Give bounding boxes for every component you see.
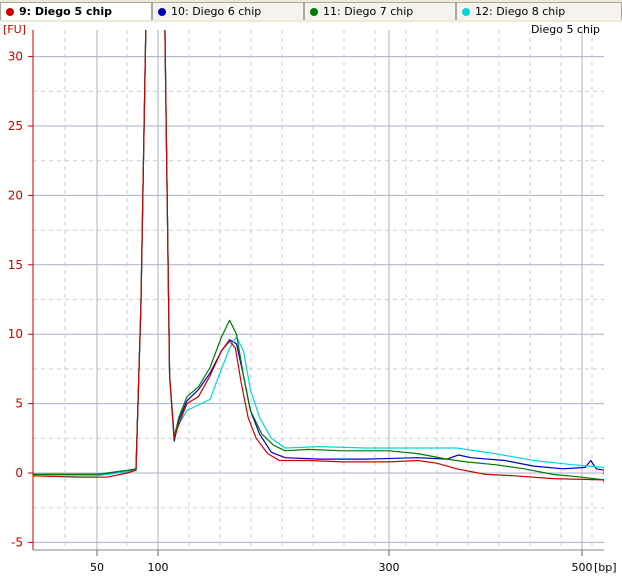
y-tick-label: 20 [8,188,23,202]
electropherogram-chart: -5 0 5 10 15 20 25 30 50 100 300 500 [FU] [bp] Die… [3,23,617,574]
x-axis-label: [bp] [594,561,617,574]
tab-diego-7-chip[interactable]: 11: Diego 7 chip [304,2,456,20]
y-tick-label: 0 [15,466,23,480]
x-tick-label: 50 [90,561,104,574]
y-tick-label: 25 [8,119,23,133]
sample-color-dot-icon [462,8,470,16]
x-tick-label: 300 [379,561,400,574]
y-tick-label: 5 [15,397,23,411]
y-tick-labels: -5 0 5 10 15 20 25 30 [8,50,33,549]
x-tick-label: 500 [572,561,593,574]
tab-diego-5-chip[interactable]: 9: Diego 5 chip [0,2,152,20]
y-tick-label: -5 [11,535,23,549]
y-axis-label: [FU] [3,23,26,36]
tab-diego-8-chip[interactable]: 12: Diego 8 chip [456,2,622,20]
x-tick-label: 100 [148,561,169,574]
x-tick-labels: 50 100 300 500 [90,550,593,574]
y-tick-label: 15 [8,258,23,272]
chart-title: Diego 5 chip [531,23,600,36]
sample-color-dot-icon [158,8,166,16]
sample-color-dot-icon [310,8,318,16]
y-tick-label: 10 [8,327,23,341]
sample-color-dot-icon [6,8,14,16]
tab-diego-6-chip[interactable]: 10: Diego 6 chip [152,2,304,20]
sample-tab-bar: 9: Diego 5 chip 10: Diego 6 chip 11: Die… [0,0,622,22]
y-tick-label: 30 [8,50,23,64]
